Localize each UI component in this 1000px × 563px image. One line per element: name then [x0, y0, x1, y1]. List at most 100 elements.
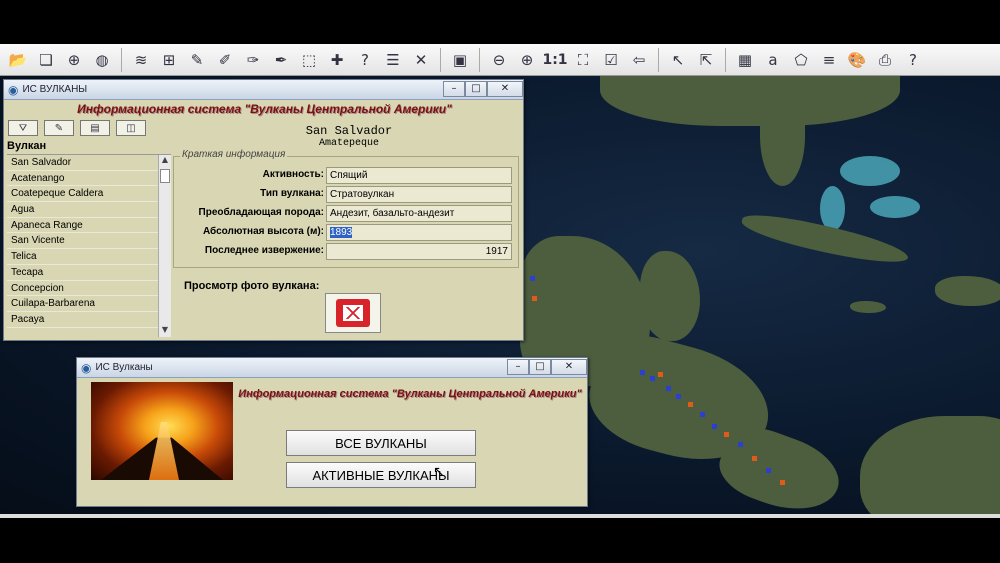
map-reef-bahamas [840, 156, 900, 186]
start-window: ◉ ИС Вулканы – □ ✕ Информационная систем… [76, 357, 588, 507]
brief-info-legend: Краткая информация [180, 149, 288, 160]
filter-icon[interactable]: ⛛ [8, 120, 38, 136]
letterbox-bottom [0, 518, 1000, 563]
window-titlebar[interactable]: ◉ ИС ВУЛКАНЫ – □ ✕ [4, 80, 523, 100]
print-icon[interactable]: ⎙ [873, 48, 897, 72]
scroll-up-icon[interactable]: ▲ [159, 155, 171, 167]
help-icon[interactable]: ? [901, 48, 925, 72]
stack-icon[interactable]: ≋ [129, 48, 153, 72]
close-button[interactable]: ✕ [551, 358, 587, 375]
add-layer-icon[interactable]: ⊕ [62, 48, 86, 72]
volcano-marker[interactable] [700, 412, 705, 417]
volcano-marker[interactable] [738, 442, 743, 447]
volcano-marker[interactable] [752, 456, 757, 461]
elevation-field[interactable]: 1893 [326, 224, 512, 241]
back-icon[interactable]: ⇦ [627, 48, 651, 72]
app-banner: Информационная система "Вулканы Централь… [238, 388, 582, 400]
list-item[interactable]: San Vicente [7, 233, 171, 250]
volcano-photo [91, 382, 233, 480]
select-layer-icon[interactable]: ⊞ [157, 48, 181, 72]
info-pointer-icon[interactable]: ⇱ [694, 48, 718, 72]
pin-add-icon[interactable]: ✚ [325, 48, 349, 72]
field-last-eruption: Последнее извержение: 1917 [178, 243, 514, 261]
label-icon[interactable]: a [761, 48, 785, 72]
app-globe-icon: ◉ [8, 82, 19, 97]
pin-remove-icon[interactable]: ✑ [241, 48, 265, 72]
last-eruption-field[interactable]: 1917 [326, 243, 512, 260]
table-filter-icon[interactable]: ▤ [80, 120, 110, 136]
text-icon[interactable]: ≡ [817, 48, 841, 72]
window-titlebar[interactable]: ◉ ИС Вулканы – □ ✕ [77, 358, 587, 378]
pin-query-icon[interactable]: ? [353, 48, 377, 72]
volcano-marker[interactable] [780, 480, 785, 485]
photo-label: Просмотр фото вулкана: [184, 280, 320, 292]
volcano-marker[interactable] [532, 296, 537, 301]
main-toolbar: 📂 ❏ ⊕ ◍ ≋ ⊞ ✎ ✐ ✑ ✒ ⬚ ✚ ? ☰ ✕ ▣ ⊖ ⊕ 1:1 … [0, 44, 1000, 76]
type-field[interactable]: Стратовулкан [326, 186, 512, 203]
maximize-button[interactable]: □ [465, 80, 487, 97]
fit-icon[interactable]: ⛶ [571, 48, 595, 72]
palette-icon[interactable]: 🎨 [845, 48, 869, 72]
scrollbar-thumb[interactable] [160, 169, 170, 183]
highlight-icon[interactable]: ✎ [44, 120, 74, 136]
layers-icon[interactable]: ❏ [34, 48, 58, 72]
list-item[interactable]: Concepcion [7, 281, 171, 297]
selected-volcano-name: San Salvador [305, 124, 393, 138]
volcano-marker[interactable] [676, 394, 681, 399]
volcano-marker[interactable] [666, 386, 671, 391]
volcano-marker[interactable] [650, 376, 655, 381]
rock-field[interactable]: Андезит, базальто-андезит [326, 205, 512, 222]
open-icon[interactable]: 📂 [6, 48, 30, 72]
pin-info-icon[interactable]: ✒ [269, 48, 293, 72]
volcano-marker[interactable] [712, 424, 717, 429]
list-item[interactable]: Telica [7, 249, 171, 265]
scroll-down-icon[interactable]: ▼ [159, 325, 171, 337]
polygon-icon[interactable]: ⬠ [789, 48, 813, 72]
active-volcanoes-button[interactable]: АКТИВНЫЕ ВУЛКАНЫ [286, 462, 476, 488]
scale-button[interactable]: 1:1 [542, 48, 567, 72]
maximize-button[interactable]: □ [529, 358, 551, 375]
close-button[interactable]: ✕ [487, 80, 523, 97]
field-label: Тип вулкана: [260, 188, 324, 199]
list-item[interactable]: Apaneca Range [7, 218, 171, 234]
map-window-icon[interactable]: ▣ [448, 48, 472, 72]
select-rect-icon[interactable]: ⬚ [297, 48, 321, 72]
minimize-button[interactable]: – [507, 358, 529, 375]
check-icon[interactable]: ☑ [599, 48, 623, 72]
pin-icon[interactable]: ✎ [185, 48, 209, 72]
list-item[interactable]: Tecapa [7, 265, 171, 281]
volcano-list[interactable]: San Salvador Acatenango Coatepeque Calde… [7, 154, 171, 337]
edit-icon[interactable]: ✕ [409, 48, 433, 72]
list-item[interactable]: San Salvador [7, 155, 171, 171]
globe-layer-icon[interactable]: ◍ [90, 48, 114, 72]
field-activity: Активность: Спящий [178, 167, 514, 185]
list-item[interactable]: Acatenango [7, 171, 171, 187]
volcano-marker[interactable] [640, 370, 645, 375]
volcano-marker[interactable] [724, 432, 729, 437]
list-item[interactable]: Agua [7, 202, 171, 218]
field-elevation: Абсолютная высота (м): 1893 [178, 224, 514, 242]
view-photo-button[interactable] [325, 293, 381, 333]
map-land-florida [760, 86, 805, 186]
list-item[interactable]: Coatepeque Caldera [7, 186, 171, 203]
letterbox-top [0, 0, 1000, 44]
brief-info-group: Краткая информация Активность: Спящий Ти… [173, 149, 519, 268]
volcano-marker[interactable] [688, 402, 693, 407]
map-land-jamaica [850, 301, 886, 313]
minimize-button[interactable]: – [443, 80, 465, 97]
pointer-icon[interactable]: ↖ [666, 48, 690, 72]
browse-icon[interactable]: ◫ [116, 120, 146, 136]
volcano-marker[interactable] [530, 276, 535, 281]
list-scrollbar[interactable]: ▲ ▼ [158, 155, 171, 337]
activity-field[interactable]: Спящий [326, 167, 512, 184]
volcano-marker[interactable] [766, 468, 771, 473]
list-icon[interactable]: ☰ [381, 48, 405, 72]
list-item[interactable]: Pacaya [7, 312, 171, 328]
table-icon[interactable]: ▦ [733, 48, 757, 72]
all-volcanoes-button[interactable]: ВСЕ ВУЛКАНЫ [286, 430, 476, 456]
zoom-in-icon[interactable]: ⊕ [515, 48, 539, 72]
pin-label-icon[interactable]: ✐ [213, 48, 237, 72]
volcano-marker[interactable] [658, 372, 663, 377]
zoom-out-icon[interactable]: ⊖ [487, 48, 511, 72]
list-item[interactable]: Cuilapa-Barbarena [7, 296, 171, 312]
